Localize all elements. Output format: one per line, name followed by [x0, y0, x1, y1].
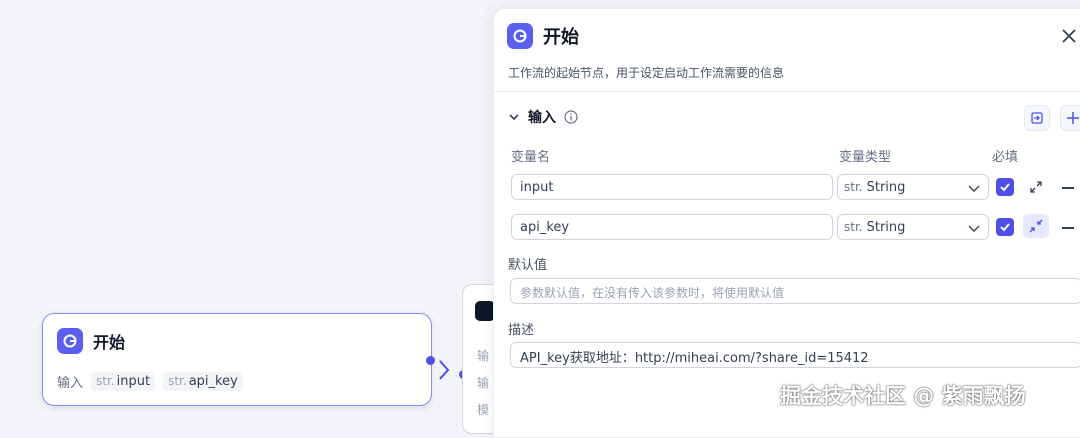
divider: [494, 91, 1080, 92]
chevron-down-icon[interactable]: [508, 111, 520, 123]
inputs-section-header[interactable]: 输入: [508, 107, 578, 127]
plus-icon: [1067, 112, 1079, 124]
collapse-button[interactable]: [1023, 214, 1049, 238]
var-chip: str. input: [91, 372, 156, 391]
required-checkbox[interactable]: [996, 218, 1014, 236]
next-node-label: 输: [477, 349, 490, 363]
remove-variable-button[interactable]: [1062, 227, 1074, 229]
check-icon: [1000, 223, 1010, 232]
description-input[interactable]: API_key获取地址：http://miheai.com/?share_id=…: [510, 342, 1080, 368]
panel-header: 开始: [507, 23, 579, 49]
collapse-icon: [1029, 219, 1043, 233]
start-node-header: 开始: [57, 328, 125, 354]
remove-variable-button[interactable]: [1062, 187, 1074, 189]
column-header-required: 必填: [992, 150, 1019, 165]
info-icon[interactable]: [564, 110, 578, 124]
description-label: 描述: [508, 323, 535, 338]
start-node-title: 开始: [93, 333, 126, 352]
required-checkbox[interactable]: [996, 178, 1014, 196]
inputs-section-title: 输入: [528, 110, 556, 126]
chevron-down-icon: [968, 225, 980, 232]
import-icon: [1031, 112, 1043, 124]
expand-icon: [1030, 181, 1042, 193]
var-chip: str. api_key: [163, 372, 243, 391]
variable-name-input[interactable]: [511, 174, 833, 200]
node-settings-panel: 开始 工作流的起始节点，用于设定启动工作流需要的信息 输入 变量名 变量类型 必…: [493, 8, 1080, 438]
next-node-label: 模: [477, 403, 490, 417]
default-value-label: 默认值: [508, 258, 548, 273]
variable-name-input[interactable]: [511, 214, 833, 240]
column-header-name: 变量名: [511, 150, 551, 165]
start-node-vars: 输入 str. input str. api_key: [57, 372, 243, 391]
check-icon: [1000, 183, 1010, 192]
close-icon[interactable]: [1060, 27, 1078, 45]
default-value-input[interactable]: 参数默认值，在没有传入该参数时，将使用默认值: [510, 278, 1080, 304]
import-button[interactable]: [1024, 105, 1050, 131]
panel-description: 工作流的起始节点，用于设定启动工作流需要的信息: [508, 66, 785, 80]
next-node-label: 输: [477, 376, 490, 390]
column-header-type: 变量类型: [839, 150, 892, 165]
variable-type-select[interactable]: str. String: [837, 214, 989, 240]
panel-title: 开始: [543, 27, 579, 48]
start-node[interactable]: 开始 输入 str. input str. api_key: [42, 313, 432, 406]
next-node-icon: [475, 301, 495, 321]
watermark: 掘金技术社区 @ 紫雨飘扬: [780, 384, 1026, 408]
start-icon: [57, 328, 83, 354]
start-icon: [507, 23, 533, 49]
start-node-inputs-label: 输入: [57, 376, 84, 391]
add-variable-button[interactable]: [1060, 105, 1080, 131]
variable-type-select[interactable]: str. String: [837, 174, 989, 200]
expand-button[interactable]: [1023, 175, 1049, 199]
chevron-down-icon: [968, 185, 980, 192]
output-port[interactable]: [426, 356, 435, 365]
